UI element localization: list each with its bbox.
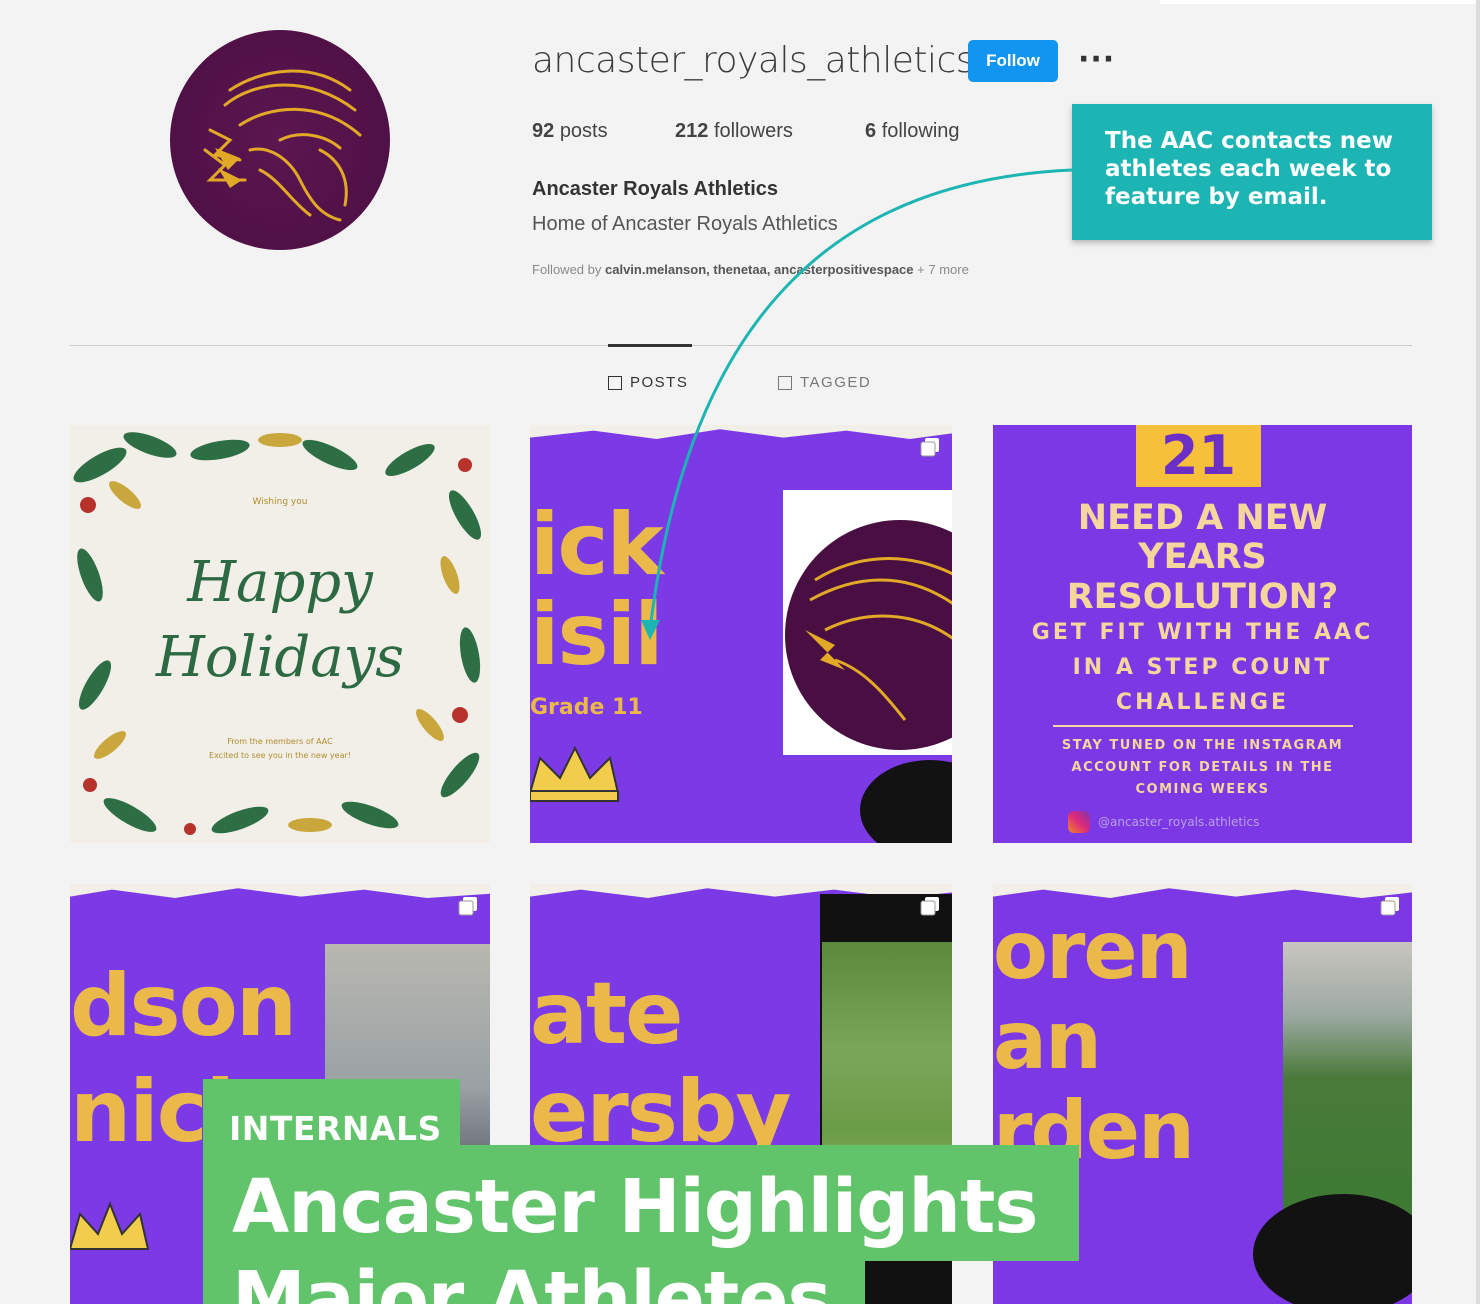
title-clip: Ancaster Highlights Major Athletes: [203, 1145, 1079, 1304]
section-label: INTERNALS: [229, 1109, 442, 1148]
page-title-line1: Ancaster Highlights: [232, 1164, 1038, 1250]
page-title-line2: Major Athletes: [232, 1256, 832, 1304]
page-title: Ancaster Highlights Major Athletes: [232, 1161, 1038, 1304]
